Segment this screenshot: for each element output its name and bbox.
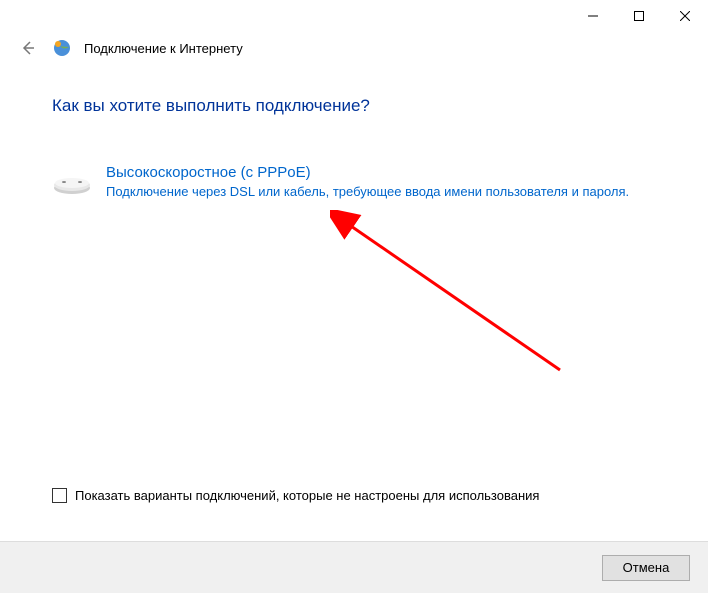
wizard-title: Подключение к Интернету	[84, 41, 243, 56]
modem-icon	[52, 164, 92, 201]
title-bar	[0, 0, 708, 32]
back-button[interactable]	[16, 36, 40, 60]
internet-globe-icon	[52, 38, 72, 58]
wizard-footer: Отмена	[0, 541, 708, 593]
pppoe-option[interactable]: Высокоскоростное (с PPPoE) Подключение ч…	[52, 162, 664, 203]
close-button[interactable]	[662, 0, 708, 32]
question-heading: Как вы хотите выполнить подключение?	[52, 96, 664, 116]
wizard-content: Как вы хотите выполнить подключение? Выс…	[0, 68, 708, 203]
maximize-button[interactable]	[616, 0, 662, 32]
red-arrow-annotation	[330, 210, 580, 390]
pppoe-option-description: Подключение через DSL или кабель, требую…	[106, 183, 664, 201]
show-unconfigured-label: Показать варианты подключений, которые н…	[75, 488, 539, 503]
show-unconfigured-checkbox[interactable]	[52, 488, 67, 503]
pppoe-option-title: Высокоскоростное (с PPPoE)	[106, 164, 664, 181]
minimize-button[interactable]	[570, 0, 616, 32]
cancel-button[interactable]: Отмена	[602, 555, 690, 581]
pppoe-option-text: Высокоскоростное (с PPPoE) Подключение ч…	[106, 164, 664, 201]
wizard-header: Подключение к Интернету	[0, 32, 708, 68]
show-unconfigured-row: Показать варианты подключений, которые н…	[52, 488, 539, 503]
